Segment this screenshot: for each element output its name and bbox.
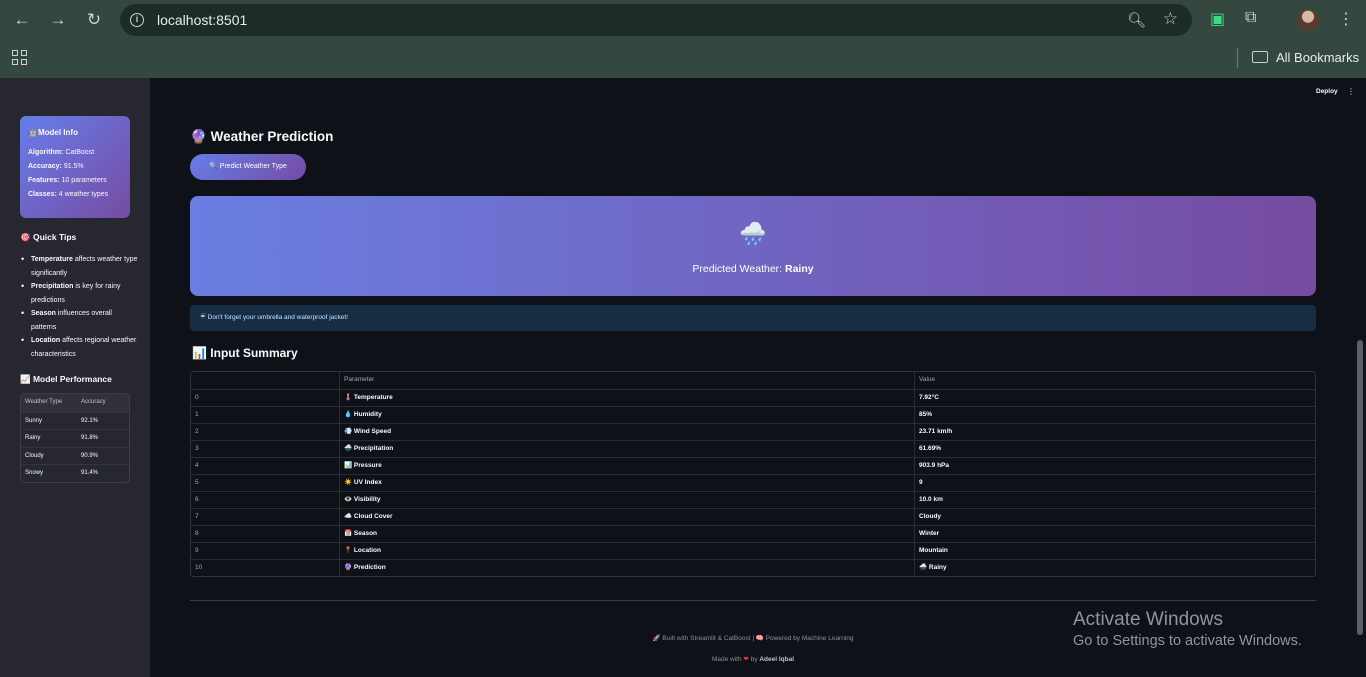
- deploy-button[interactable]: Deploy: [1316, 88, 1338, 95]
- table-row[interactable]: 9 📍 Location Mountain: [191, 542, 1315, 559]
- extensions-puzzle-icon[interactable]: ⧉: [1245, 9, 1256, 27]
- crystal-ball-icon: 🔮: [190, 129, 207, 144]
- bookmark-star-icon[interactable]: ☆: [1163, 9, 1178, 29]
- profile-avatar[interactable]: [1297, 9, 1319, 31]
- robot-icon: 🤖: [28, 128, 38, 137]
- model-info-row: Classes: 4 weather types: [28, 191, 109, 198]
- rain-cloud-icon: 🌧️: [739, 221, 767, 246]
- table-row: Snowy 91.4%: [21, 464, 129, 482]
- model-info-row: Algorithm: CatBoost: [28, 149, 95, 156]
- column-header[interactable]: [191, 372, 339, 389]
- url-text[interactable]: localhost:8501: [157, 12, 247, 28]
- chart-increasing-icon: 📈: [20, 374, 31, 384]
- quick-tips-heading: 🎯 Quick Tips: [20, 232, 77, 242]
- table-row[interactable]: 10 🔮 Prediction 🌧️ Rainy: [191, 559, 1315, 576]
- tip-item: Season influences overall patterns: [20, 307, 138, 334]
- model-info-row: Features: 10 parameters: [28, 177, 107, 184]
- footer-made-with: Made with ❤ by Adeel Iqbal: [711, 656, 795, 663]
- tip-item: Location affects regional weather charac…: [20, 334, 138, 361]
- model-performance-heading: 📈 Model Performance: [20, 374, 112, 384]
- activate-windows-watermark: Activate Windows Go to Settings to activ…: [1073, 609, 1302, 649]
- browser-menu-icon[interactable]: ⋮: [1338, 9, 1354, 29]
- address-bar[interactable]: i localhost:8501 🔍︎ ☆: [120, 4, 1192, 36]
- bar-chart-icon: 📊: [192, 346, 207, 360]
- performance-table: Weather Type Accuracy Sunny 92.1% Rainy 91…: [20, 393, 130, 483]
- apps-grid-icon[interactable]: [12, 50, 27, 65]
- footer-divider: [190, 600, 1316, 601]
- table-row[interactable]: 5 ☀️ UV Index 9: [191, 474, 1315, 491]
- prediction-result-card: 🌧️ Predicted Weather: Rainy: [190, 196, 1316, 296]
- back-icon[interactable]: ←: [10, 8, 34, 32]
- author-name: Adeel Iqbal: [759, 656, 795, 663]
- table-row: Rainy 91.8%: [21, 429, 129, 447]
- table-row[interactable]: 2 💨 Wind Speed 23.71 km/h: [191, 423, 1315, 440]
- table-row[interactable]: 4 📊 Pressure 903.9 hPa: [191, 457, 1315, 474]
- table-row: Sunny 92.1%: [21, 411, 129, 430]
- table-row[interactable]: 8 📅 Season Winter: [191, 525, 1315, 542]
- table-row[interactable]: 6 👁️ Visibility 10.0 km: [191, 491, 1315, 508]
- column-header[interactable]: Parameter: [339, 372, 914, 389]
- model-info-card: 🤖Model Info Algorithm: CatBoost Accuracy…: [20, 116, 130, 218]
- model-info-row: Accuracy: 91.5%: [28, 163, 84, 170]
- extension-chat-icon[interactable]: ▣: [1210, 9, 1225, 29]
- tip-item: Precipitation is key for rainy predictio…: [20, 280, 138, 307]
- bookmarks-bar: All Bookmarks: [0, 40, 1366, 78]
- predicted-weather-value: Rainy: [785, 263, 814, 275]
- browser-toolbar: ← → ↻ i localhost:8501 🔍︎ ☆ ▣ ⧉ ⋮: [0, 0, 1366, 40]
- table-row: Cloudy 90.9%: [21, 446, 129, 465]
- table-row[interactable]: 0 🌡️ Temperature 7.92°C: [191, 389, 1315, 406]
- sidebar: 🤖Model Info Algorithm: CatBoost Accuracy…: [0, 78, 150, 677]
- column-header[interactable]: Weather Type: [21, 394, 77, 412]
- all-bookmarks-link[interactable]: All Bookmarks: [1276, 50, 1359, 65]
- folder-icon[interactable]: [1252, 51, 1268, 63]
- column-header[interactable]: Value: [914, 372, 1315, 389]
- model-info-title: 🤖Model Info: [28, 128, 78, 137]
- main-menu-icon[interactable]: ⋮: [1347, 87, 1355, 96]
- site-info-icon[interactable]: i: [130, 13, 144, 27]
- info-alert: ☔ Don't forget your umbrella and waterpr…: [190, 305, 1316, 331]
- table-row[interactable]: 7 ☁️ Cloud Cover Cloudy: [191, 508, 1315, 525]
- column-header[interactable]: Accuracy: [77, 394, 106, 412]
- tip-item: Temperature affects weather type signifi…: [20, 253, 138, 280]
- heart-icon: ❤: [743, 656, 749, 663]
- main-scrollbar[interactable]: [1357, 340, 1363, 635]
- bookmarks-divider: [1237, 48, 1238, 68]
- input-summary-heading: 📊 Input Summary: [192, 346, 298, 360]
- table-header-row: Parameter Value: [191, 372, 1315, 389]
- reload-icon[interactable]: ↻: [82, 8, 106, 32]
- predict-weather-button[interactable]: 🔍 Predict Weather Type: [190, 154, 306, 180]
- zoom-icon[interactable]: 🔍︎: [1127, 11, 1146, 29]
- table-row[interactable]: 3 🌧️ Precipitation 61.69%: [191, 440, 1315, 457]
- table-header-row: Weather Type Accuracy: [21, 394, 129, 412]
- input-summary-table[interactable]: Parameter Value 0 🌡️ Temperature 7.92°C 1 💧…: [190, 371, 1316, 577]
- target-icon: 🎯: [20, 232, 31, 242]
- quick-tips-list: Temperature affects weather type signifi…: [20, 253, 138, 361]
- browser-chrome: ← → ↻ i localhost:8501 🔍︎ ☆ ▣ ⧉ ⋮ All Bo…: [0, 0, 1366, 78]
- predicted-weather-text: Predicted Weather: Rainy: [692, 263, 814, 275]
- table-row[interactable]: 1 💧 Humidity 85%: [191, 406, 1315, 423]
- forward-icon[interactable]: →: [46, 8, 70, 32]
- page-title: 🔮 Weather Prediction: [190, 129, 334, 144]
